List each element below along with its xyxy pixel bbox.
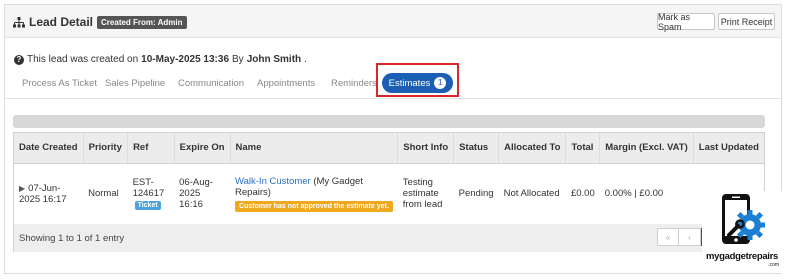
print-receipt-button[interactable]: Print Receipt <box>718 13 775 30</box>
info-user: John Smith <box>246 54 302 65</box>
lead-created-info: ? This lead was created on 10-May-2025 1… <box>14 54 307 65</box>
pager-first-button[interactable]: « <box>657 228 679 246</box>
pager-prev-button[interactable]: ‹ <box>679 228 701 246</box>
info-date: 10-May-2025 13:36 <box>141 54 230 65</box>
tab-appointments[interactable]: Appointments <box>257 78 315 89</box>
filter-bar <box>13 115 765 128</box>
tab-reminders[interactable]: Reminders <box>331 78 377 89</box>
table-header-row: Date Created Priority Ref Expire On Name… <box>14 133 764 164</box>
cell-priority: Normal <box>83 163 128 225</box>
ref-value: EST-124617 <box>132 177 165 199</box>
panel-header: Lead Detail Created From: Admin Mark as … <box>5 5 781 38</box>
tab-process-as-ticket[interactable]: Process As Ticket <box>22 78 97 89</box>
logo-text: mygadgetrepairs <box>705 251 779 262</box>
col-expire-on[interactable]: Expire On <box>174 133 231 164</box>
lead-detail-panel: Lead Detail Created From: Admin Mark as … <box>4 4 782 274</box>
expand-icon[interactable]: ▶ <box>19 184 25 193</box>
date-created-value: 07-Jun-2025 16:17 <box>19 182 67 205</box>
phone-gear-icon <box>722 194 765 244</box>
estimates-table-container: Date Created Priority Ref Expire On Name… <box>13 132 765 252</box>
col-margin[interactable]: Margin (Excl. VAT) <box>599 133 694 164</box>
tab-communication[interactable]: Communication <box>178 78 244 89</box>
mark-as-spam-button[interactable]: Mark as Spam <box>657 12 715 32</box>
annotation-highlight-box <box>376 63 459 97</box>
cell-margin: 0.00% | £0.00 <box>599 163 694 225</box>
cell-total: £0.00 <box>565 163 600 225</box>
cell-short-info: Testing estimate from lead <box>397 163 454 225</box>
title-text: Lead Detail <box>29 15 94 29</box>
cell-expire-on: 06-Aug-2025 16:16 <box>174 163 231 225</box>
showing-entries-text: Showing 1 to 1 of 1 entry <box>19 233 125 244</box>
approval-warning-badge: Customer has not approved the estimate y… <box>235 200 393 212</box>
info-prefix: This lead was created on <box>27 54 139 65</box>
col-last-updated[interactable]: Last Updated <box>693 133 764 164</box>
col-allocated-to[interactable]: Allocated To <box>498 133 567 164</box>
info-by: By <box>232 54 244 65</box>
col-status[interactable]: Status <box>453 133 500 164</box>
col-priority[interactable]: Priority <box>83 133 129 164</box>
brand-logo: mygadgetrepairs .com <box>702 191 782 273</box>
info-suffix: . <box>304 54 307 65</box>
cell-allocated-to: Not Allocated <box>498 163 566 225</box>
cell-name: Walk-In Customer (My Gadget Repairs) Cus… <box>230 163 398 225</box>
col-date-created[interactable]: Date Created <box>14 133 84 164</box>
page-title: Lead Detail Created From: Admin <box>13 15 187 29</box>
col-total[interactable]: Total <box>565 133 601 164</box>
cell-status: Pending <box>453 163 499 225</box>
col-name[interactable]: Name <box>230 133 399 164</box>
logo-subtext: .com <box>768 262 779 268</box>
table-footer: Showing 1 to 1 of 1 entry <box>14 224 764 252</box>
tab-sales-pipeline[interactable]: Sales Pipeline <box>105 78 165 89</box>
table-row[interactable]: ▶ 07-Jun-2025 16:17 Normal EST-124617 Tick… <box>14 163 764 225</box>
estimates-table: Date Created Priority Ref Expire On Name… <box>14 133 764 225</box>
sitemap-icon <box>13 16 25 28</box>
col-short-info[interactable]: Short Info <box>397 133 455 164</box>
cell-ref: EST-124617 Ticket <box>127 163 175 225</box>
question-icon: ? <box>14 54 24 65</box>
col-ref[interactable]: Ref <box>127 133 175 164</box>
cell-date-created: ▶ 07-Jun-2025 16:17 <box>14 163 84 225</box>
customer-link[interactable]: Walk-In Customer <box>235 176 311 187</box>
created-from-badge: Created From: Admin <box>97 15 187 29</box>
ticket-badge[interactable]: Ticket <box>134 201 161 210</box>
